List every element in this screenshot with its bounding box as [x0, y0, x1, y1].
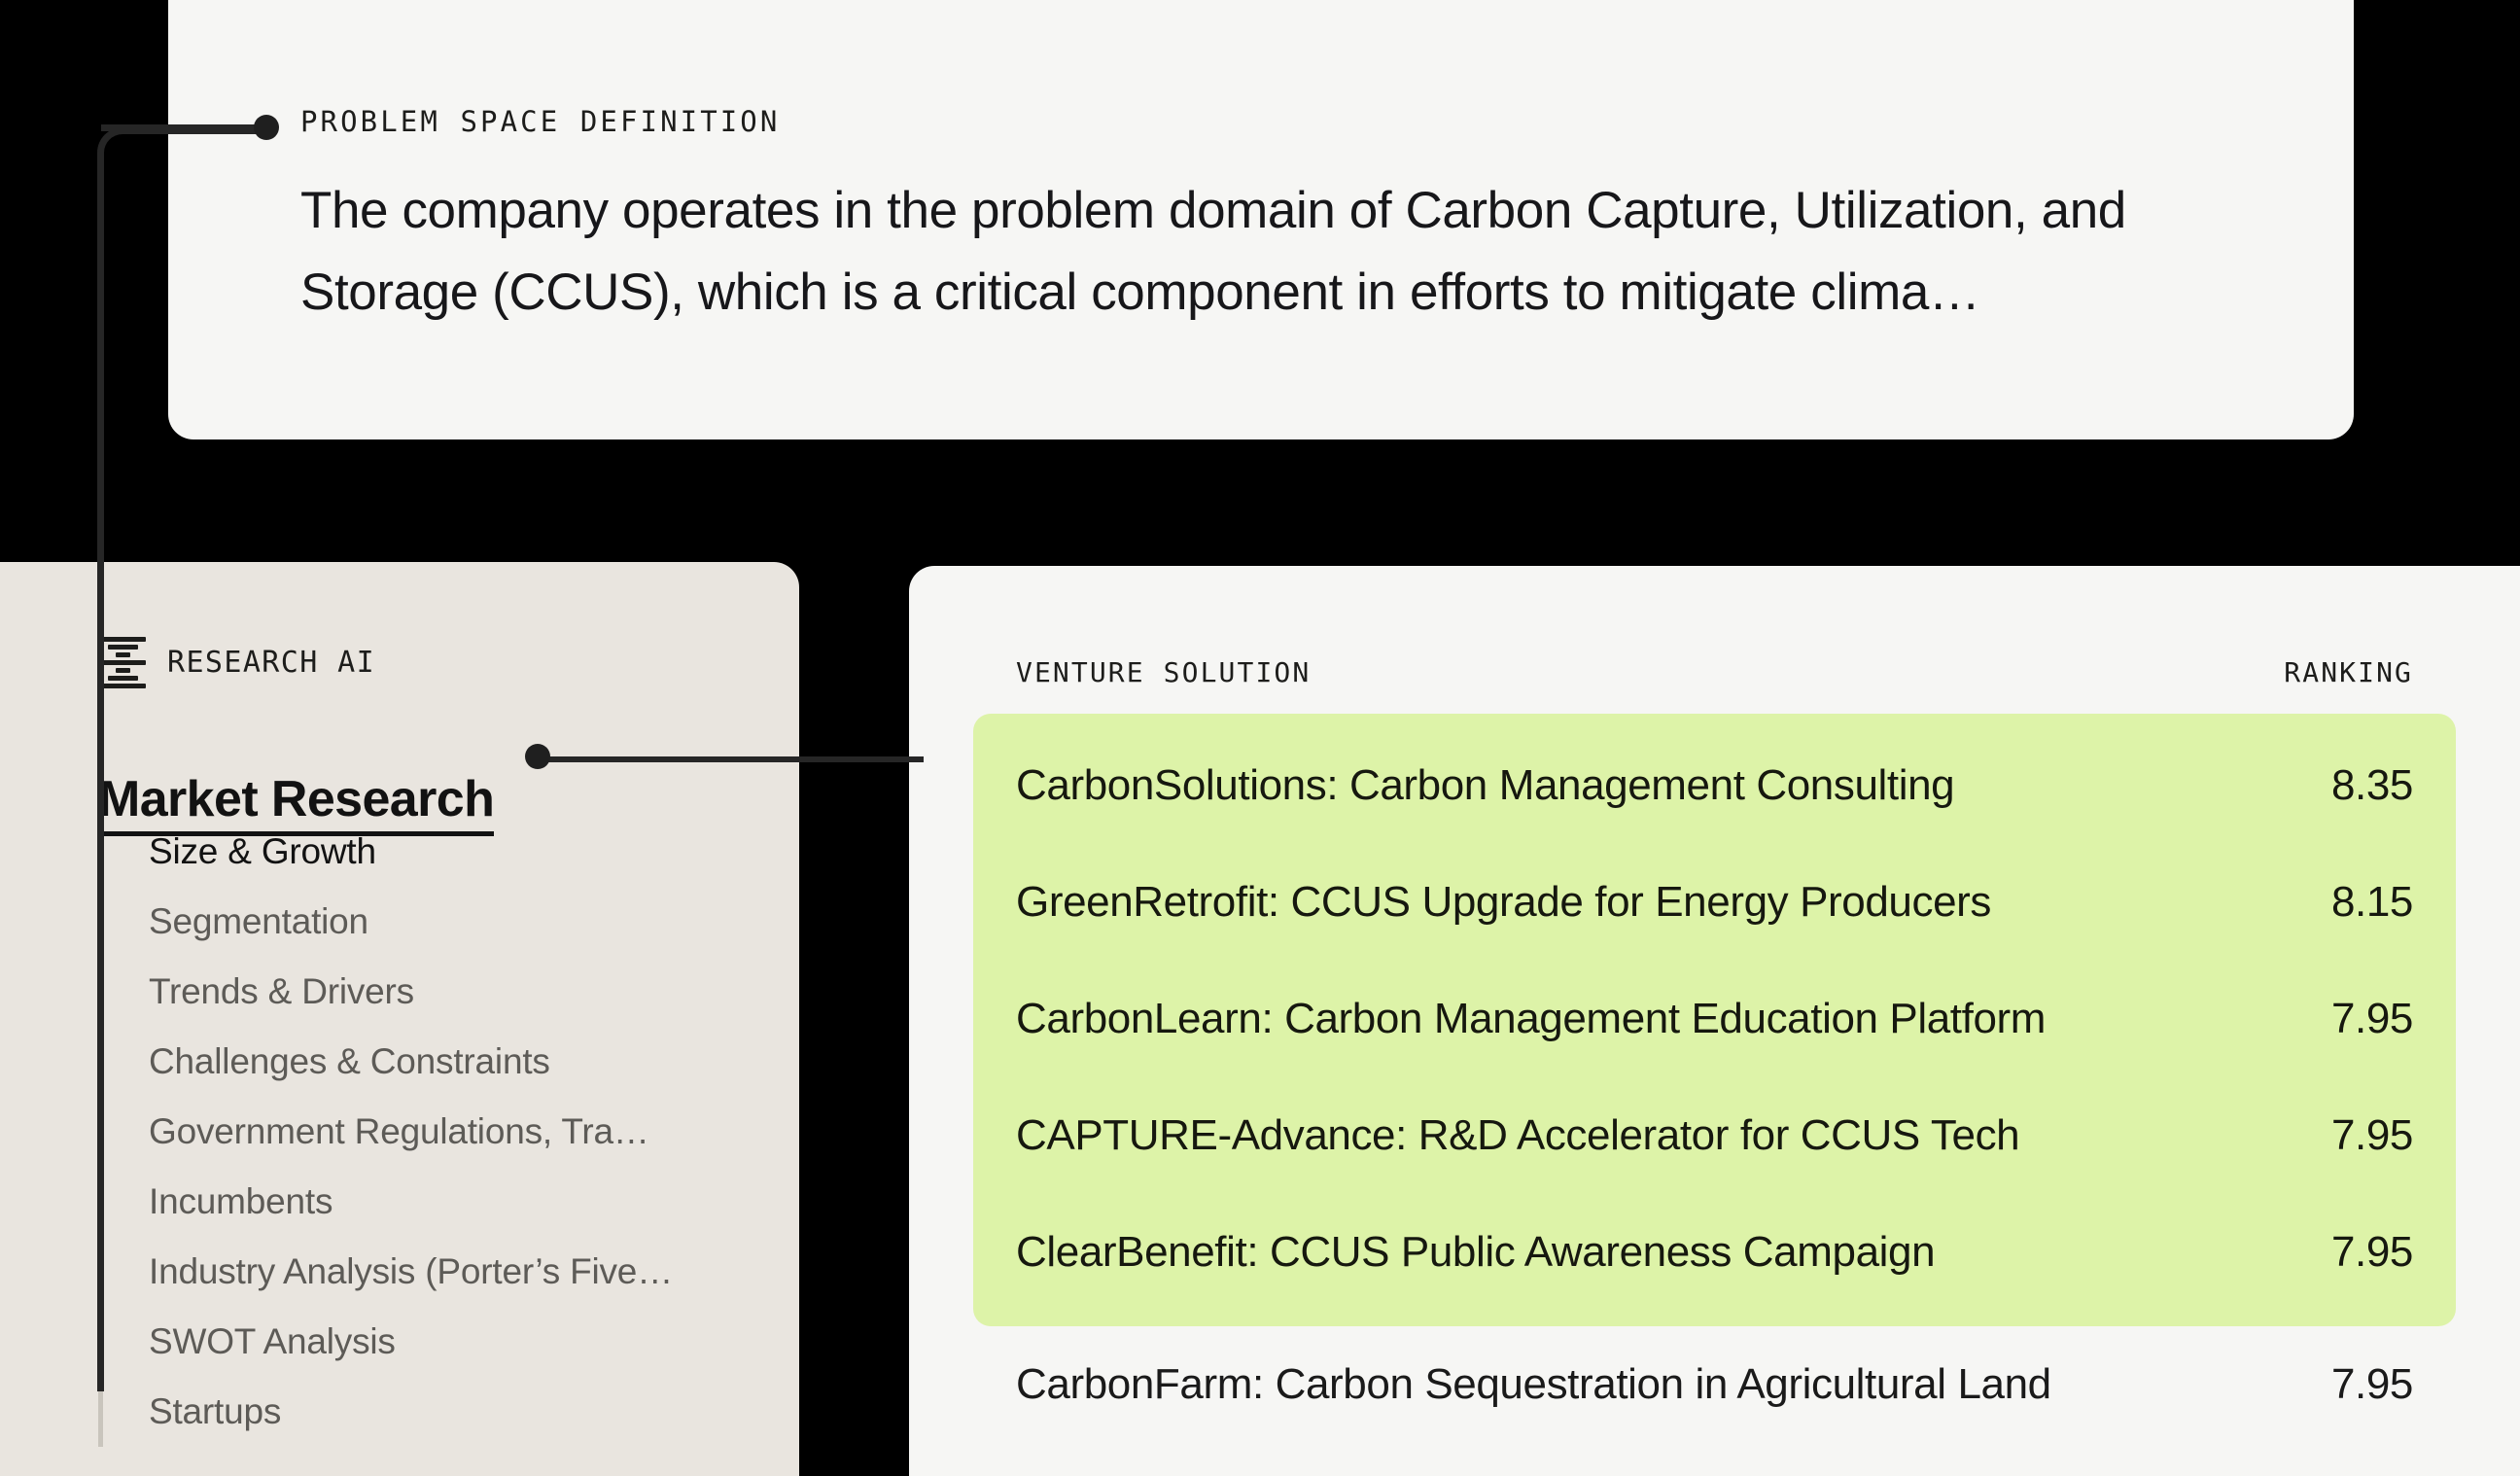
problem-space-card: PROBLEM SPACE DEFINITION The company ope…	[168, 0, 2354, 439]
sidebar-item-label: Incumbents	[149, 1181, 333, 1221]
stacked-bars-logo-icon	[100, 637, 146, 688]
problem-space-body: The company operates in the problem doma…	[300, 182, 2126, 321]
sidebar-item-label: Size & Growth	[149, 831, 376, 871]
table-row[interactable]: CarbonSolutions: Carbon Management Consu…	[973, 727, 2456, 844]
sidebar-item-swot-analysis[interactable]: SWOT Analysis	[98, 1307, 779, 1377]
venture-plain-group: CarbonFarm: Carbon Sequestration in Agri…	[973, 1326, 2456, 1443]
sidebar-item-industry-analysis[interactable]: Industry Analysis (Porter’s Five…	[98, 1237, 779, 1307]
sidebar-item-trends-drivers[interactable]: Trends & Drivers	[98, 957, 779, 1027]
venture-highlight-group: CarbonSolutions: Carbon Management Consu…	[973, 714, 2456, 1326]
venture-solution-label: CAPTURE-Advance: R&D Accelerator for CCU…	[1016, 1111, 2020, 1159]
sidebar-item-incumbents[interactable]: Incumbents	[98, 1167, 779, 1237]
sidebar-item-label: Segmentation	[149, 901, 368, 941]
sidebar-item-segmentation[interactable]: Segmentation	[98, 887, 779, 957]
brand-logo[interactable]: RESEARCH AI	[100, 637, 375, 688]
sidebar-item-label: SWOT Analysis	[149, 1321, 396, 1361]
venture-ranking-value: 8.15	[2330, 878, 2413, 926]
sidebar-item-startups[interactable]: Startups	[98, 1377, 779, 1447]
venture-ranking-value: 8.35	[2330, 761, 2413, 809]
venture-ranking-value: 7.95	[2330, 1111, 2413, 1159]
venture-solutions-panel: VENTURE SOLUTION RANKING CarbonSolutions…	[909, 566, 2520, 1476]
venture-table-header: VENTURE SOLUTION RANKING	[1016, 656, 2413, 688]
brand-name: RESEARCH AI	[167, 646, 376, 680]
column-header-ranking: RANKING	[2284, 656, 2413, 688]
venture-ranking-value: 7.95	[2330, 1360, 2413, 1408]
sidebar-item-label: Industry Analysis (Porter’s Five…	[149, 1251, 673, 1291]
venture-ranking-value: 7.95	[2330, 1228, 2413, 1276]
table-row[interactable]: CarbonFarm: Carbon Sequestration in Agri…	[973, 1326, 2456, 1443]
venture-solution-label: CarbonFarm: Carbon Sequestration in Agri…	[1016, 1360, 2051, 1408]
problem-space-eyebrow: PROBLEM SPACE DEFINITION	[300, 105, 781, 138]
app-canvas: PROBLEM SPACE DEFINITION The company ope…	[0, 0, 2520, 1476]
sidebar-item-label: Startups	[149, 1391, 282, 1431]
table-row[interactable]: CarbonLearn: Carbon Management Education…	[973, 961, 2456, 1077]
venture-solution-label: CarbonSolutions: Carbon Management Consu…	[1016, 761, 1955, 809]
sidebar-item-label: Challenges & Constraints	[149, 1041, 550, 1081]
table-row[interactable]: CAPTURE-Advance: R&D Accelerator for CCU…	[973, 1077, 2456, 1194]
venture-table-body: CarbonSolutions: Carbon Management Consu…	[909, 714, 2520, 1443]
sidebar-item-government-regulations[interactable]: Government Regulations, Tra…	[98, 1097, 779, 1167]
column-header-venture-solution: VENTURE SOLUTION	[1016, 656, 1312, 688]
sidebar-nav: Size & Growth Segmentation Trends & Driv…	[98, 817, 779, 1447]
sidebar-item-challenges-constraints[interactable]: Challenges & Constraints	[98, 1027, 779, 1097]
table-row[interactable]: ClearBenefit: CCUS Public Awareness Camp…	[973, 1194, 2456, 1311]
venture-ranking-value: 7.95	[2330, 995, 2413, 1042]
sidebar-item-size-growth[interactable]: Size & Growth	[98, 817, 779, 887]
venture-solution-label: ClearBenefit: CCUS Public Awareness Camp…	[1016, 1228, 1936, 1276]
venture-solution-label: GreenRetrofit: CCUS Upgrade for Energy P…	[1016, 878, 1992, 926]
venture-solution-label: CarbonLearn: Carbon Management Education…	[1016, 995, 2047, 1042]
sidebar-item-label: Trends & Drivers	[149, 971, 414, 1011]
sidebar-item-label: Government Regulations, Tra…	[149, 1111, 649, 1151]
table-row[interactable]: GreenRetrofit: CCUS Upgrade for Energy P…	[973, 844, 2456, 961]
